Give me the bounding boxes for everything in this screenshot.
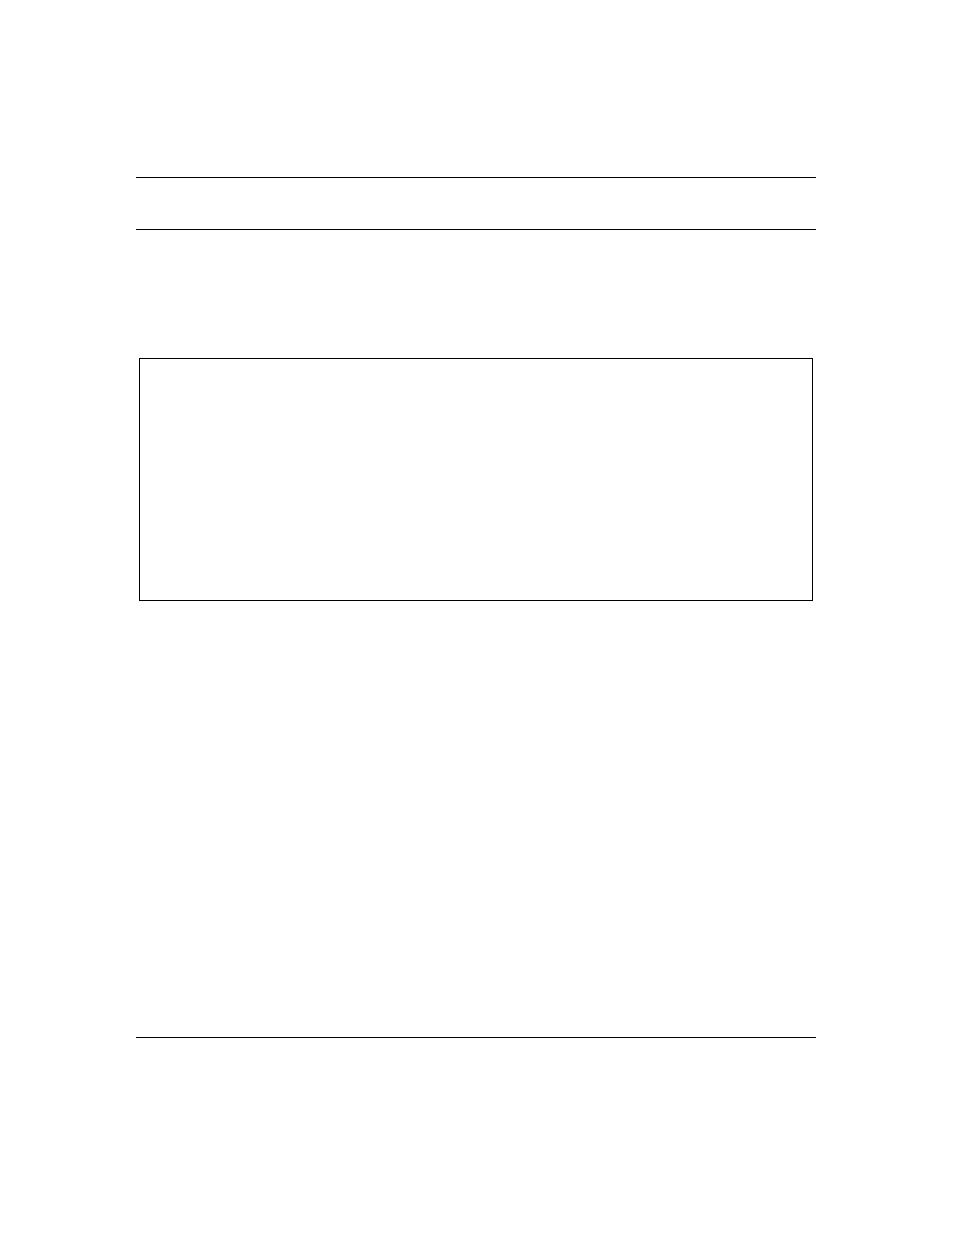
horizontal-rule: [136, 229, 816, 230]
content-column: [136, 0, 816, 1235]
document-page: [0, 0, 954, 1235]
horizontal-rule: [136, 177, 816, 178]
empty-outlined-box: [139, 358, 813, 601]
horizontal-rule: [136, 1037, 816, 1038]
